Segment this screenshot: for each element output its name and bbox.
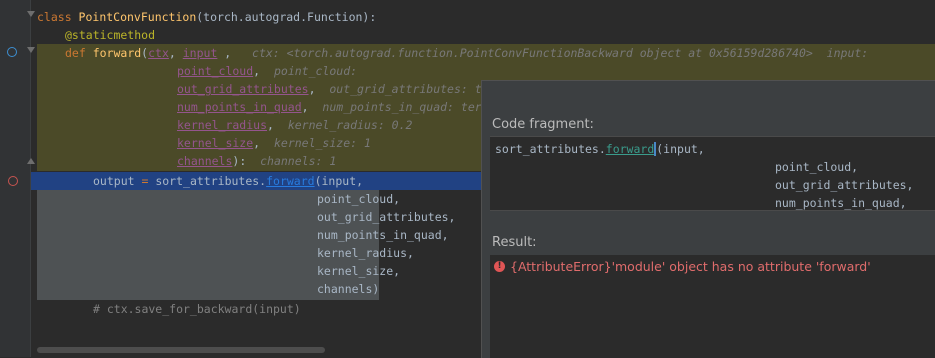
call-arg-line[interactable]: channels)	[317, 280, 379, 298]
horizontal-scrollbar[interactable]	[37, 347, 325, 353]
inline-value-hint: ctx: <torch.autograd.function.PointConvF…	[252, 46, 869, 60]
call-arg: out_grid_attributes,	[317, 210, 456, 224]
code-line-decorator[interactable]: @staticmethod	[65, 26, 155, 44]
param-name: channels	[177, 154, 233, 168]
comma: ,	[217, 46, 239, 60]
code-fragment-editor[interactable]: sort_attributes.forward (input, point_clo…	[490, 136, 935, 211]
call-args: (input,	[314, 174, 364, 188]
code-line-def[interactable]: def forward(ctx, input , ctx: <torch.aut…	[65, 44, 868, 62]
code-line-param[interactable]: channels): channels: 1	[177, 152, 336, 170]
comma: ,	[308, 82, 316, 96]
result-label: Result:	[492, 235, 537, 250]
param-name: kernel_radius	[177, 118, 268, 132]
base-class: (torch.autograd.Function):	[196, 10, 377, 24]
fold-marker-icon[interactable]	[27, 47, 35, 53]
fold-marker-icon[interactable]	[27, 11, 35, 17]
call-arg: channels)	[317, 282, 380, 296]
call-arg-line[interactable]: kernel_size,	[317, 262, 400, 280]
call-args: (input,	[656, 142, 705, 156]
override-marker-icon[interactable]	[7, 47, 17, 57]
param-name: num_points_in_quad	[177, 100, 302, 114]
code-line-param[interactable]: out_grid_attributes, out_grid_attributes…	[177, 80, 482, 98]
inline-value-hint: kernel_radius: 0.2	[287, 118, 413, 132]
code-fragment-label: Code fragment:	[492, 117, 594, 132]
comma: ,	[253, 136, 261, 150]
decorator: @staticmethod	[65, 28, 156, 42]
call-arg: kernel_size,	[317, 264, 401, 278]
method-link[interactable]: forward	[606, 142, 654, 156]
inline-value-hint: point_cloud:	[273, 64, 358, 78]
assign-operator: =	[134, 174, 156, 188]
code-line-comment[interactable]: # ctx.save_for_backward(input)	[93, 300, 301, 318]
comma: ,	[267, 118, 274, 132]
inline-value-hint: out_grid_attributes: t	[329, 82, 482, 96]
param-ctx: ctx	[148, 46, 169, 60]
call-arg-line[interactable]: point_cloud,	[317, 190, 400, 208]
inline-value-hint: kernel_size: 1	[273, 136, 371, 150]
code-line-param[interactable]: kernel_size, kernel_size: 1	[177, 134, 371, 152]
code-line-class[interactable]: class PointConvFunction(torch.autograd.F…	[37, 8, 376, 26]
comma: ,	[301, 100, 309, 114]
code-line-param[interactable]: num_points_in_quad, num_points_in_quad: …	[177, 98, 482, 116]
fragment-arg-line: num_points_in_quad,	[775, 196, 907, 210]
method-link[interactable]: forward	[266, 174, 314, 188]
fragment-arg-line: out_grid_attributes,	[775, 178, 914, 192]
class-name: PointConvFunction	[78, 10, 197, 24]
call-arg: kernel_radius,	[317, 246, 414, 260]
variable-output: output	[93, 174, 135, 188]
param-name: point_cloud	[177, 64, 254, 78]
module-ref: sort_attributes.	[495, 142, 606, 156]
param-name: out_grid_attributes	[177, 82, 309, 96]
code-line-param[interactable]: point_cloud, point_cloud:	[177, 62, 357, 80]
breakpoint-icon[interactable]	[8, 176, 18, 186]
keyword: def	[65, 46, 93, 60]
evaluate-expression-popup: Code fragment: sort_attributes.forward (i…	[481, 80, 935, 358]
fragment-line: sort_attributes.forward (input,	[495, 140, 705, 158]
param-name: kernel_size	[177, 136, 254, 150]
fragment-arg-line: point_cloud,	[775, 160, 859, 174]
result-tree[interactable]: ! {AttributeError}'module' object has no…	[490, 255, 935, 358]
comment: # ctx.save_for_backward(input)	[93, 302, 301, 316]
comma: ,	[253, 64, 261, 78]
param-input: input	[182, 46, 218, 60]
code-line-call[interactable]: output = sort_attributes.forward(input,	[93, 172, 363, 190]
comma: ,	[168, 46, 183, 60]
call-arg: num_points_in_quad,	[317, 228, 449, 242]
call-arg: point_cloud,	[317, 192, 401, 206]
inline-value-hint: num_points_in_quad: ter	[322, 100, 482, 114]
inline-value-hint: channels: 1	[260, 154, 337, 168]
keyword: class	[37, 10, 79, 24]
module-ref: sort_attributes.	[155, 174, 267, 188]
fold-end-marker-icon[interactable]	[27, 158, 35, 164]
code-line-param[interactable]: kernel_radius, kernel_radius: 0.2	[177, 116, 412, 134]
error-message[interactable]: {AttributeError}'module' object has no a…	[510, 259, 871, 274]
close-paren: ):	[232, 154, 247, 168]
error-icon: !	[494, 261, 505, 272]
function-name: forward	[92, 46, 142, 60]
call-arg-line[interactable]: num_points_in_quad,	[317, 226, 449, 244]
call-arg-line[interactable]: out_grid_attributes,	[317, 208, 455, 226]
call-arg-line[interactable]: kernel_radius,	[317, 244, 414, 262]
